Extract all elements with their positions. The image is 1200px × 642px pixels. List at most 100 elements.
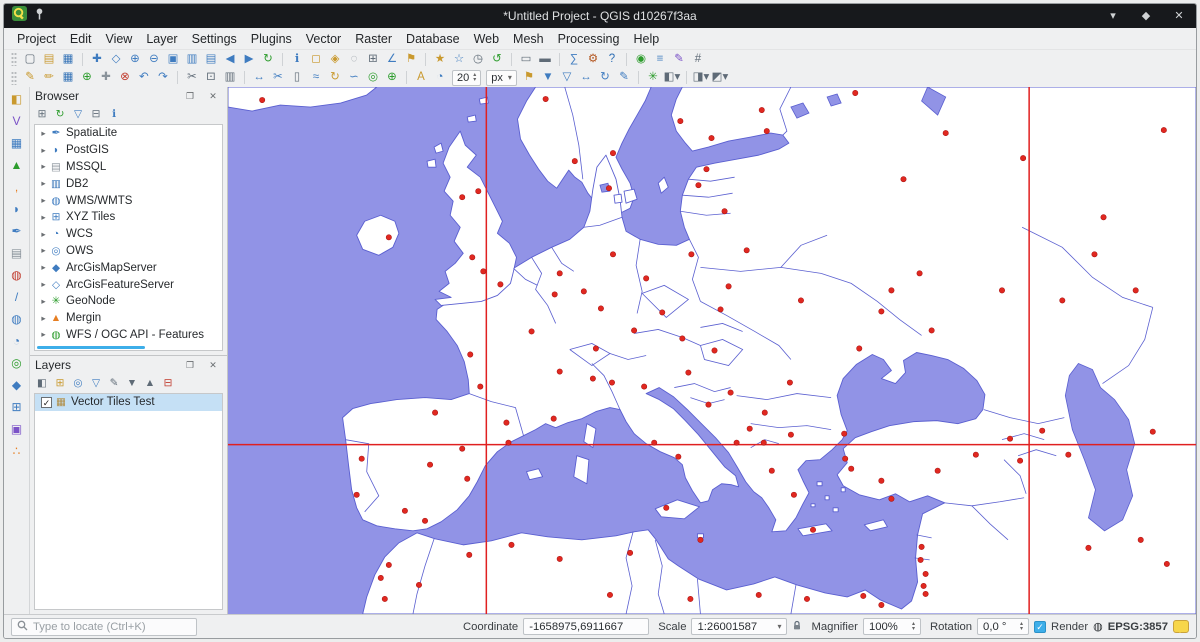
add-arcgis-icon[interactable]: ◆	[7, 376, 27, 395]
select-by-expression-icon[interactable]: ◈	[326, 51, 344, 68]
browser-item-wms-wmts[interactable]: ▸◍WMS/WMTS	[35, 192, 222, 209]
north-arrow-dropdown-icon[interactable]: ◩▾	[711, 69, 729, 86]
browser-item-arcgisfeatureserver[interactable]: ▸◇ArcGisFeatureServer	[35, 276, 222, 293]
data-source-manager-icon[interactable]: ◧	[7, 90, 27, 109]
browser-filter-icon[interactable]: ▽	[70, 107, 86, 122]
render-checkbox[interactable]: ✓	[1034, 621, 1046, 633]
chevron-right-icon[interactable]: ▸	[38, 262, 49, 273]
add-vector-layer-icon[interactable]: V	[7, 112, 27, 131]
layer-checkbox[interactable]: ✓	[41, 397, 52, 408]
pan-map-icon[interactable]: ✚	[88, 51, 106, 68]
cut-features-icon[interactable]: ✂	[183, 69, 201, 86]
identify-features-icon[interactable]: ℹ	[288, 51, 306, 68]
new-bookmark-icon[interactable]: ★	[431, 51, 449, 68]
paste-features-icon[interactable]: ▥	[221, 69, 239, 86]
simplify-feature-icon[interactable]: ∽	[345, 69, 363, 86]
add-oracle-icon[interactable]: ◍	[7, 266, 27, 285]
magnifier-spinbox[interactable]: 100%▴▾	[863, 618, 921, 635]
chevron-right-icon[interactable]: ▸	[38, 212, 49, 223]
chevron-right-icon[interactable]: ▸	[38, 145, 49, 156]
new-project-icon[interactable]: ▢	[21, 51, 39, 68]
pin-labels-icon[interactable]: ▼	[539, 69, 557, 86]
menu-vector[interactable]: Vector	[299, 30, 348, 48]
add-mesh-layer-icon[interactable]: ▲	[7, 156, 27, 175]
save-edits-icon[interactable]: ▦	[59, 69, 77, 86]
menu-mesh[interactable]: Mesh	[506, 30, 551, 48]
spin-arrows-icon[interactable]: ▴▾	[473, 73, 476, 83]
menu-processing[interactable]: Processing	[551, 30, 627, 48]
save-project-icon[interactable]: ▦	[59, 51, 77, 68]
spin-arrows-icon[interactable]: ▴▾	[912, 622, 915, 632]
chevron-right-icon[interactable]: ▸	[38, 161, 49, 172]
add-feature-icon[interactable]: ⊕	[78, 69, 96, 86]
crs-value[interactable]: EPSG:3857	[1108, 621, 1168, 633]
add-mssql-icon[interactable]: ▤	[7, 244, 27, 263]
chevron-right-icon[interactable]: ▸	[38, 313, 49, 324]
browser-item-mssql[interactable]: ▸▤MSSQL	[35, 159, 222, 176]
add-postgis-icon[interactable]: ◗	[7, 200, 27, 219]
highlight-pinned-labels-icon[interactable]: ⚑	[520, 69, 538, 86]
map-canvas[interactable]	[228, 87, 1196, 614]
layer-row[interactable]: ✓▦Vector Tiles Test	[35, 394, 222, 411]
add-vector-tile-icon[interactable]: ▣	[7, 420, 27, 439]
menu-layer[interactable]: Layer	[139, 30, 184, 48]
browser-item-postgis[interactable]: ▸◗PostGIS	[35, 142, 222, 159]
deselect-features-icon[interactable]: ◌	[345, 51, 363, 68]
merge-features-icon[interactable]: ▯	[288, 69, 306, 86]
close-panel-icon[interactable]: ✕	[204, 357, 222, 374]
layer-diagram-icon[interactable]: ◔	[431, 69, 449, 86]
zoom-in-icon[interactable]: ⊕	[126, 51, 144, 68]
browser-item-wcs[interactable]: ▸◔WCS	[35, 226, 222, 243]
new-layout-icon[interactable]: ▭	[517, 51, 535, 68]
chevron-right-icon[interactable]: ▸	[38, 229, 49, 240]
messages-icon[interactable]	[1173, 620, 1189, 633]
menu-database[interactable]: Database	[399, 30, 467, 48]
split-features-icon[interactable]: ✂	[269, 69, 287, 86]
zoom-to-layer-icon[interactable]: ▤	[202, 51, 220, 68]
chevron-right-icon[interactable]: ▸	[38, 195, 49, 206]
style-manager-icon[interactable]: ✎	[670, 51, 688, 68]
chevron-right-icon[interactable]: ▸	[38, 296, 49, 307]
pan-to-selection-icon[interactable]: ◇	[107, 51, 125, 68]
browser-collapse-icon[interactable]: ⊟	[88, 107, 104, 122]
chevron-right-icon[interactable]: ▸	[38, 329, 49, 340]
browser-refresh-icon[interactable]: ↻	[52, 107, 68, 122]
chevron-right-icon[interactable]: ▸	[38, 279, 49, 290]
show-bookmarks-icon[interactable]: ☆	[450, 51, 468, 68]
select-features-icon[interactable]: ◻	[307, 51, 325, 68]
copy-features-icon[interactable]: ⊡	[202, 69, 220, 86]
decorations-dropdown-icon[interactable]: ◨▾	[692, 69, 710, 86]
menu-settings[interactable]: Settings	[185, 30, 244, 48]
menu-edit[interactable]: Edit	[63, 30, 99, 48]
reshape-features-icon[interactable]: ≈	[307, 69, 325, 86]
current-edits-icon[interactable]: ✎	[21, 69, 39, 86]
menu-help[interactable]: Help	[626, 30, 666, 48]
close-panel-icon[interactable]: ✕	[204, 88, 222, 105]
label-size-spinbox[interactable]: 20 ▴▾	[452, 70, 481, 86]
browser-add-icon[interactable]: ⊞	[34, 107, 50, 122]
browser-item-mergin[interactable]: ▸▲Mergin	[35, 310, 222, 327]
refresh-temporal-icon[interactable]: ↺	[488, 51, 506, 68]
add-wfs-icon[interactable]: ◎	[7, 354, 27, 373]
chevron-right-icon[interactable]: ▸	[38, 178, 49, 189]
rotate-feature-icon[interactable]: ↻	[326, 69, 344, 86]
move-feature-icon[interactable]: ↔	[250, 69, 268, 86]
float-panel-icon[interactable]: ❐	[181, 88, 199, 105]
chevron-right-icon[interactable]: ▸	[38, 245, 49, 256]
collapse-all-icon[interactable]: ▲	[142, 376, 158, 391]
browser-properties-icon[interactable]: ℹ	[106, 107, 122, 122]
expand-all-icon[interactable]: ▼	[124, 376, 140, 391]
menu-web[interactable]: Web	[467, 30, 506, 48]
browser-item-ows[interactable]: ▸◎OWS	[35, 243, 222, 260]
toolbar-handle[interactable]	[11, 71, 17, 85]
add-spatialite-icon[interactable]: ✒	[7, 222, 27, 241]
open-project-icon[interactable]: ▤	[40, 51, 58, 68]
browser-item-arcgismapserver[interactable]: ▸◆ArcGisMapServer	[35, 259, 222, 276]
open-layer-styling-icon[interactable]: ◧	[34, 376, 50, 391]
rotation-spinbox[interactable]: 0,0 °▴▾	[977, 618, 1029, 635]
attribute-table-icon[interactable]: ⊞	[364, 51, 382, 68]
add-wms-icon[interactable]: ◍	[7, 310, 27, 329]
menu-project[interactable]: Project	[10, 30, 63, 48]
add-group-icon[interactable]: ⊞	[52, 376, 68, 391]
menu-view[interactable]: View	[98, 30, 139, 48]
